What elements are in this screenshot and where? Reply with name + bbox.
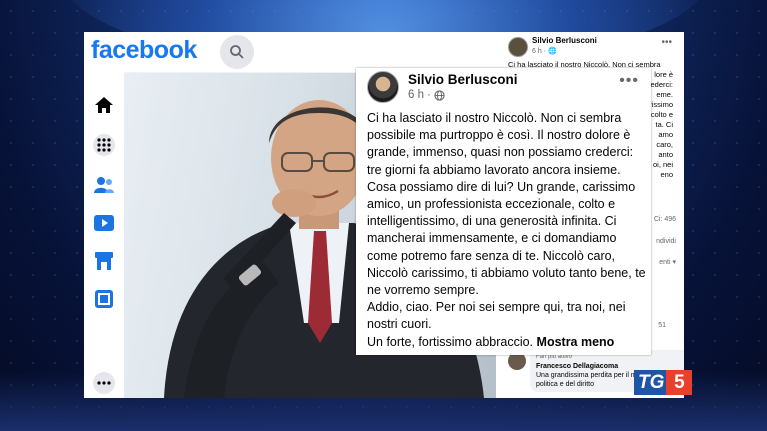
post-paragraph: Addio, ciao. Per noi sei sempre qui, tra… xyxy=(367,300,626,332)
post-card: Silvio Berlusconi 6 h · ••• Ci ha lascia… xyxy=(356,68,651,355)
avatar[interactable] xyxy=(508,37,528,57)
reaction-count[interactable]: Ci: 496 xyxy=(654,216,676,223)
post-time[interactable]: 6 h xyxy=(408,89,424,101)
globe-icon: 🌐 xyxy=(547,48,557,55)
search-icon xyxy=(230,45,244,59)
post-text: Ci ha lasciato il nostro Niccolò. Non ci… xyxy=(367,110,647,351)
see-less-link[interactable]: Mostra meno xyxy=(537,335,615,349)
author-name[interactable]: Silvio Berlusconi xyxy=(532,36,597,45)
separator-dot: · xyxy=(427,89,431,101)
facebook-logo[interactable]: facebook xyxy=(91,36,197,65)
home-icon[interactable] xyxy=(93,94,115,116)
left-nav-rail xyxy=(84,72,124,398)
post-meta: 6 h · xyxy=(408,89,445,101)
post-paragraph: Un forte, fortissimo abbraccio. Mostra m… xyxy=(367,334,615,349)
reply-count: 51 xyxy=(658,322,666,329)
marketplace-icon[interactable] xyxy=(93,250,115,272)
more-icon[interactable] xyxy=(93,372,115,394)
post-time: 6 h · 🌐 xyxy=(532,48,557,55)
author-avatar[interactable] xyxy=(367,71,399,103)
search-button[interactable] xyxy=(220,35,254,69)
top-bar: facebook xyxy=(84,32,496,72)
watch-icon[interactable] xyxy=(93,212,115,234)
globe-icon xyxy=(434,89,445,101)
comments-filter[interactable]: enti ▾ xyxy=(659,258,676,266)
post-paragraph: Ci ha lasciato il nostro Niccolò. Non ci… xyxy=(367,111,646,298)
more-options-icon[interactable]: ••• xyxy=(661,37,672,48)
more-options-icon[interactable]: ••• xyxy=(619,73,639,89)
apps-grid-icon[interactable] xyxy=(93,134,115,156)
friends-icon[interactable] xyxy=(93,174,115,196)
tg5-logo: TG 5 xyxy=(634,370,706,395)
author-name[interactable]: Silvio Berlusconi xyxy=(408,72,518,87)
gaming-icon[interactable] xyxy=(93,288,115,310)
share-button[interactable]: ndividi xyxy=(656,238,676,245)
